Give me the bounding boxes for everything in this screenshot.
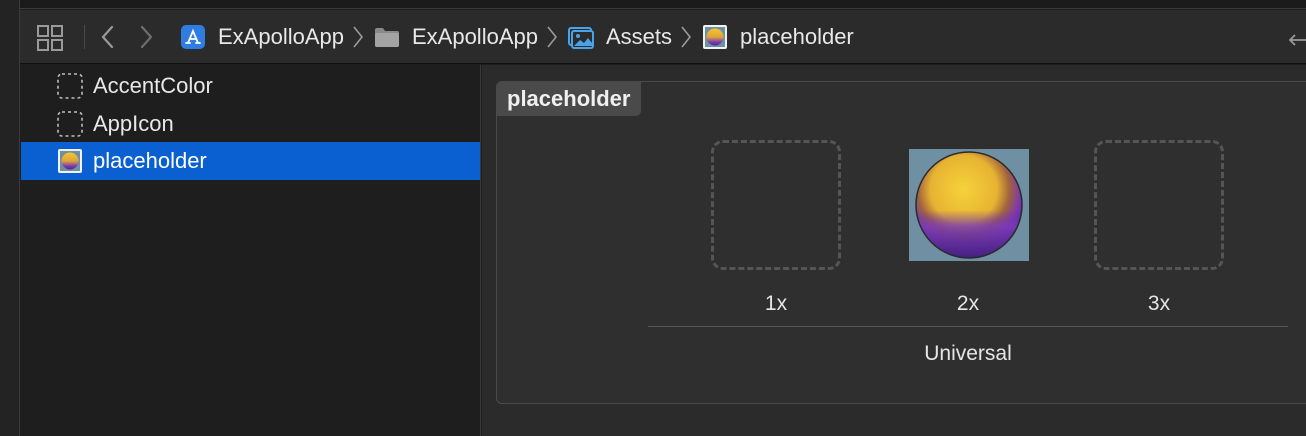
breadcrumb-item-folder[interactable]: ExApolloApp [374,24,538,50]
breadcrumb-item-project[interactable]: ExApolloApp [180,24,344,50]
asset-item-accentcolor[interactable]: AccentColor [21,67,480,105]
image-slot-1x[interactable] [711,140,841,270]
breadcrumb-item-assets[interactable]: Assets [567,24,672,50]
image-set-icon [56,147,84,175]
color-set-icon [56,72,84,100]
image-set-icon [702,24,728,50]
breadcrumb-label: Assets [605,24,672,49]
breadcrumb-separator-icon [680,24,692,50]
image-set-title[interactable]: placeholder [497,82,642,116]
planet-image [915,151,1023,259]
asset-item-appicon[interactable]: AppIcon [21,105,480,143]
return-arrow-icon[interactable] [1286,26,1306,50]
image-slot-3x[interactable] [1094,140,1224,270]
asset-editor: placeholder 1x 2x 3x Universal [482,65,1306,436]
asset-item-label: AccentColor [93,73,213,98]
device-group-divider [648,326,1288,327]
app-project-icon [180,24,206,50]
asset-item-label: placeholder [93,148,207,173]
forward-chevron-icon[interactable] [134,24,158,50]
back-chevron-icon[interactable] [96,24,120,50]
breadcrumb-label: placeholder [740,24,854,49]
breadcrumb-separator-icon [352,24,364,50]
asset-item-label: AppIcon [93,111,174,136]
slot-label-3x: 3x [1147,292,1171,315]
slot-label-1x: 1x [764,292,788,315]
left-pane-edge [0,0,20,436]
breadcrumb-label: ExApolloApp [411,24,538,49]
toolbar-divider [84,25,85,49]
breadcrumb-label: ExApolloApp [218,24,344,49]
breadcrumb: ExApolloApp ExApolloApp Assets placehold… [180,10,854,64]
slot-label-2x: 2x [956,292,980,315]
image-slot-2x[interactable] [909,149,1029,261]
folder-icon [374,24,400,50]
jump-bar: ExApolloApp ExApolloApp Assets placehold… [20,10,1306,64]
window-top-edge [0,0,1306,9]
device-group-label: Universal [924,342,1012,365]
asset-list-sidebar: AccentColor AppIcon placeholder [21,65,481,436]
related-items-grid-icon[interactable] [36,24,64,52]
breadcrumb-separator-icon [546,24,558,50]
image-set-panel: placeholder 1x 2x 3x Universal [496,81,1306,404]
asset-item-placeholder[interactable]: placeholder [21,142,480,180]
asset-catalog-icon [567,24,594,50]
app-icon-set-icon [56,110,84,138]
breadcrumb-item-imageset[interactable]: placeholder [702,24,854,50]
